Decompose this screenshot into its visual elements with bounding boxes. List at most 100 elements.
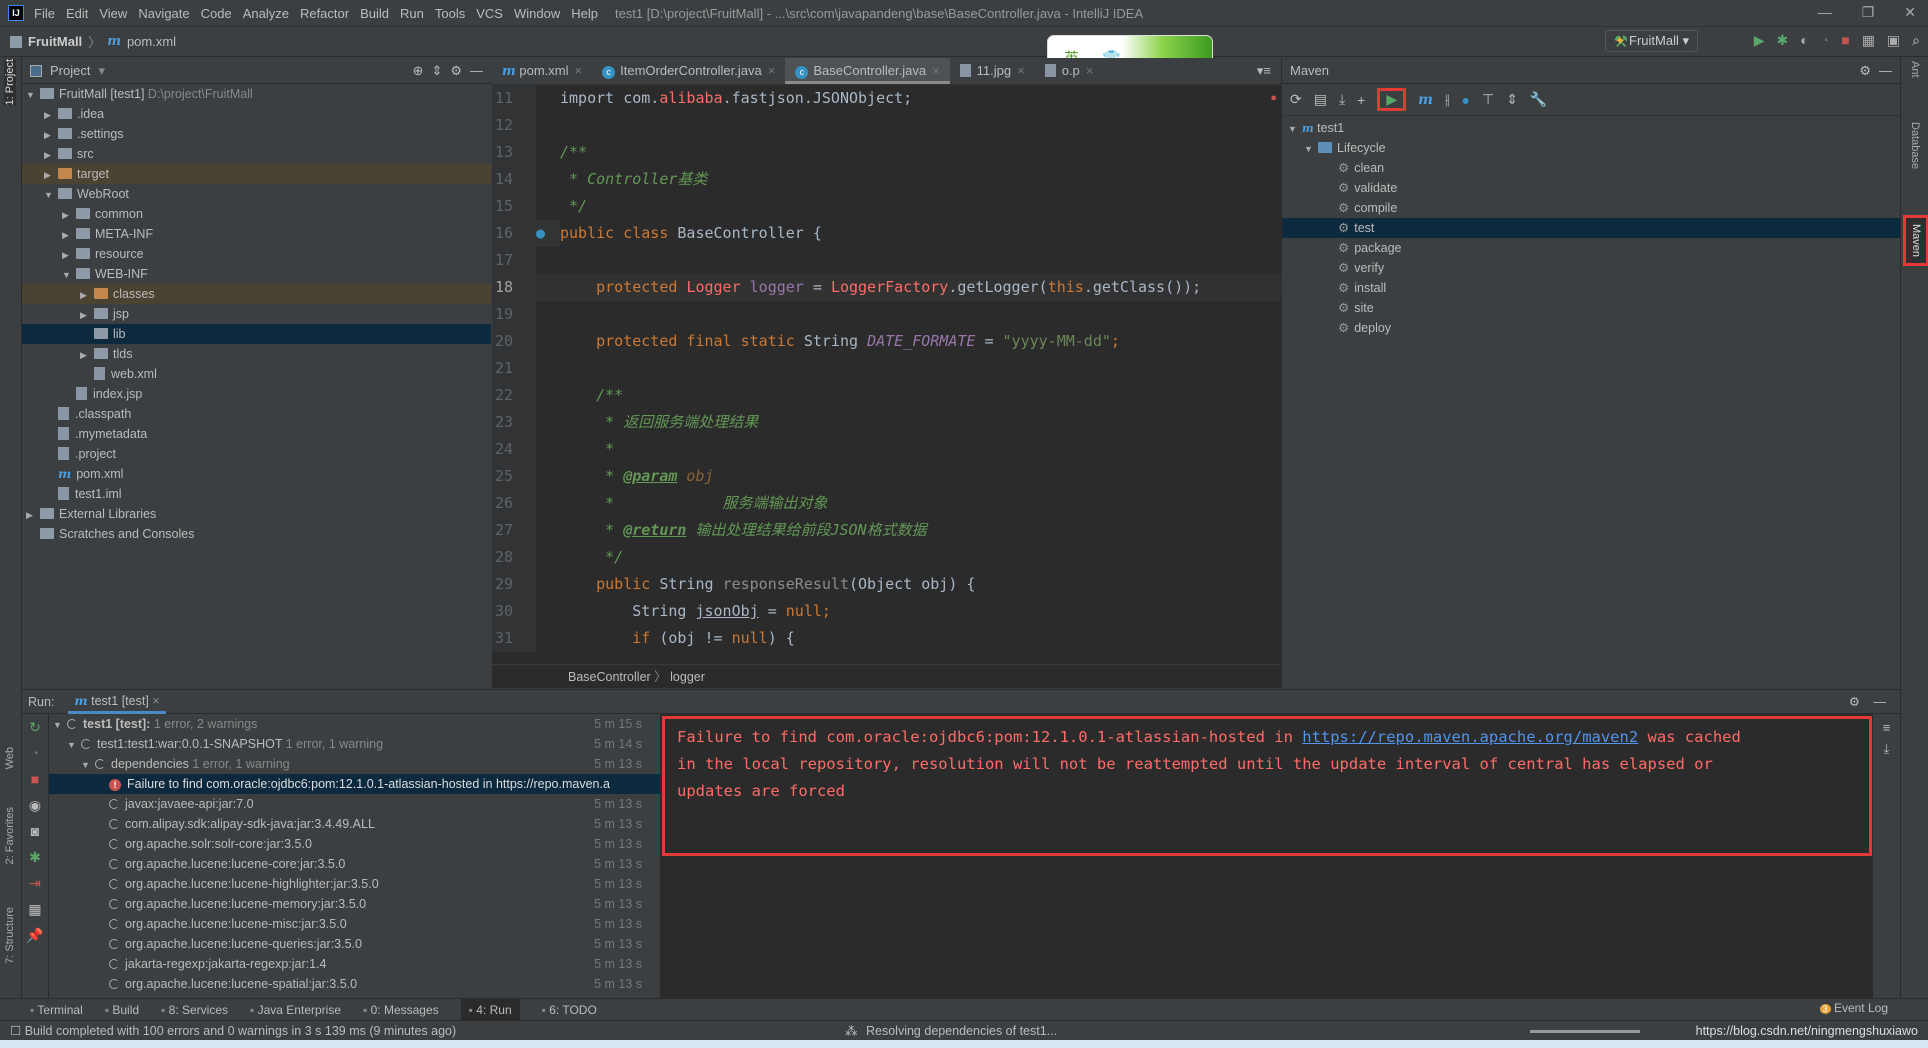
menu-run[interactable]: Run xyxy=(400,6,424,21)
run-output[interactable]: Failure to find com.oracle:ojdbc6:pom:12… xyxy=(660,714,1872,999)
expand-arrow-icon[interactable]: ▼ xyxy=(53,715,67,735)
generate-sources-icon[interactable]: ▤ xyxy=(1314,91,1327,108)
project-tree-item[interactable]: index.jsp xyxy=(22,384,491,404)
project-structure-icon[interactable]: ▦ xyxy=(1862,32,1875,49)
expand-arrow-icon[interactable]: ▶ xyxy=(62,225,76,245)
tool-structure[interactable]: 7: Structure xyxy=(4,907,16,964)
run-tree-item[interactable]: org.apache.lucene:lucene-memory:jar:3.5.… xyxy=(49,894,660,914)
breadcrumb-file[interactable]: pom.xml xyxy=(127,34,176,49)
event-log-button[interactable]: 3 Event Log xyxy=(1819,1001,1888,1015)
repo-link[interactable]: https://repo.maven.apache.org/maven2 xyxy=(1302,728,1638,746)
toggle-offline-icon[interactable]: ◔ xyxy=(22,740,48,766)
project-tree-item[interactable]: lib xyxy=(22,324,491,344)
expand-arrow-icon[interactable]: ▶ xyxy=(44,125,58,145)
maven-goal-package[interactable]: ⚙ package xyxy=(1282,238,1900,258)
profile-icon[interactable]: ◔ xyxy=(1821,32,1829,49)
restore-button[interactable]: ❐ xyxy=(1862,4,1875,21)
maven-goal-clean[interactable]: ⚙ clean xyxy=(1282,158,1900,178)
bottom-tab[interactable]: ▪ 8: Services xyxy=(161,1003,228,1017)
tool-ant[interactable]: Ant xyxy=(1909,61,1921,78)
close-tab-icon[interactable]: × xyxy=(932,63,940,78)
expand-arrow-icon[interactable]: ▼ xyxy=(26,85,40,105)
show-view-icon[interactable]: ◉ xyxy=(22,792,48,818)
settings-gear-icon[interactable]: ⚙ xyxy=(450,63,462,79)
search-icon[interactable]: ⌕ xyxy=(1912,32,1920,49)
menu-file[interactable]: File xyxy=(34,6,55,21)
project-tree-item[interactable]: ▶ classes xyxy=(22,284,491,304)
stop-icon[interactable]: ■ xyxy=(22,766,48,792)
toggle-offline-icon[interactable]: ⫲ xyxy=(1445,91,1450,108)
project-tree-item[interactable]: Scratches and Consoles xyxy=(22,524,491,544)
expand-arrow-icon[interactable]: ▶ xyxy=(62,205,76,225)
reimport-icon[interactable]: ⟳ xyxy=(1290,91,1302,108)
run-tree-item[interactable]: ▼ dependencies 1 error, 1 warning 5 m 13 s xyxy=(49,754,660,774)
menu-help[interactable]: Help xyxy=(571,6,598,21)
coverage-icon[interactable]: ◐ xyxy=(1800,32,1808,49)
execute-goal-icon[interactable]: m xyxy=(1418,92,1433,108)
settings-gear-icon[interactable]: ⚙ xyxy=(1859,63,1871,79)
status-toggle-icon[interactable]: ☐ xyxy=(10,1024,21,1038)
bottom-tab[interactable]: ▪ 0: Messages xyxy=(363,1003,439,1017)
import-icon[interactable]: ⇥ xyxy=(22,870,48,896)
hide-panel-icon[interactable]: — xyxy=(1874,695,1887,709)
expand-arrow-icon[interactable]: ▶ xyxy=(44,145,58,165)
project-tree-item[interactable]: ▶ src xyxy=(22,144,491,164)
expand-arrow-icon[interactable]: ▼ xyxy=(44,185,58,205)
project-tree-item[interactable]: ▶ .idea xyxy=(22,104,491,124)
project-tree-item[interactable]: ▶ jsp xyxy=(22,304,491,324)
menu-tools[interactable]: Tools xyxy=(435,6,465,21)
run-maven-build-icon[interactable]: ▶ xyxy=(1377,88,1407,111)
run-tree-item[interactable]: javax:javaee-api:jar:7.0 5 m 13 s xyxy=(49,794,660,814)
editor-tab[interactable]: c ItemOrderController.java × xyxy=(592,58,785,84)
menu-refactor[interactable]: Refactor xyxy=(300,6,349,21)
run-tree-item[interactable]: org.apache.lucene:lucene-misc:jar:3.5.0 … xyxy=(49,914,660,934)
run-tree-item[interactable]: ▼ test1 [test]: 1 error, 2 warnings 5 m 15… xyxy=(49,714,660,734)
project-tree-item[interactable]: m pom.xml xyxy=(22,464,491,484)
project-tree-item[interactable]: ▼ WEB-INF xyxy=(22,264,491,284)
soft-wrap-icon[interactable]: ≡ xyxy=(1873,720,1900,735)
maven-settings-wrench-icon[interactable]: 🔧 xyxy=(1530,91,1547,108)
error-indicator-icon[interactable]: ● xyxy=(1270,92,1277,104)
menu-vcs[interactable]: VCS xyxy=(476,6,503,21)
close-tab-icon[interactable]: × xyxy=(1086,63,1094,78)
bottom-tab[interactable]: ▪ Java Enterprise xyxy=(250,1003,341,1017)
run-icon[interactable]: ▶ xyxy=(1754,32,1765,49)
expand-arrow-icon[interactable]: ▶ xyxy=(80,305,94,325)
project-tree-item[interactable]: ▶ .settings xyxy=(22,124,491,144)
maven-root[interactable]: ▼ m test1 xyxy=(1282,118,1900,138)
pin-icon[interactable]: 📌 xyxy=(22,922,48,948)
tab-list-icon[interactable]: ▾≡ xyxy=(1247,58,1281,84)
minimize-button[interactable]: — xyxy=(1818,4,1832,21)
project-tree-item[interactable]: ▶ common xyxy=(22,204,491,224)
menu-code[interactable]: Code xyxy=(201,6,232,21)
menu-navigate[interactable]: Navigate xyxy=(138,6,189,21)
project-tree-item[interactable]: .project xyxy=(22,444,491,464)
scroll-to-end-icon[interactable]: ⤓ xyxy=(1873,741,1900,757)
bottom-tab[interactable]: ▪ 6: TODO xyxy=(542,1003,597,1017)
expand-arrow-icon[interactable]: ▼ xyxy=(62,265,76,285)
menu-window[interactable]: Window xyxy=(514,6,560,21)
project-tree-item[interactable]: .mymetadata xyxy=(22,424,491,444)
collapse-all-icon[interactable]: ⇕ xyxy=(431,63,442,79)
maven-goal-compile[interactable]: ⚙ compile xyxy=(1282,198,1900,218)
menu-edit[interactable]: Edit xyxy=(66,6,88,21)
editor-tab[interactable]: m pom.xml × xyxy=(492,58,592,84)
stop-icon[interactable]: ■ xyxy=(1841,32,1849,49)
maven-goal-install[interactable]: ⚙ install xyxy=(1282,278,1900,298)
expand-arrow-icon[interactable]: ▶ xyxy=(80,285,94,305)
collapse-all-icon[interactable]: ⇕ xyxy=(1506,91,1518,108)
breadcrumb-field[interactable]: logger xyxy=(670,670,705,684)
expand-arrow-icon[interactable]: ▼ xyxy=(67,735,81,755)
editor-tab[interactable]: o.p × xyxy=(1035,58,1104,84)
rerun-icon[interactable]: ↻ xyxy=(22,714,48,740)
expand-arrow-icon[interactable]: ▶ xyxy=(62,245,76,265)
download-icon[interactable]: ⤓ xyxy=(1339,91,1345,108)
menu-analyze[interactable]: Analyze xyxy=(243,6,289,21)
project-tree-item[interactable]: ▶ target xyxy=(22,164,491,184)
project-tree-item[interactable]: ▶ META-INF xyxy=(22,224,491,244)
project-tree-item[interactable]: ▼ WebRoot xyxy=(22,184,491,204)
project-view-select[interactable]: Project xyxy=(50,63,90,78)
run-tree-item[interactable]: org.apache.solr:solr-core:jar:3.5.0 5 m … xyxy=(49,834,660,854)
run-tree-item[interactable]: ! Failure to find com.oracle:ojdbc6:pom:1… xyxy=(49,774,660,794)
run-tree-item[interactable]: org.apache.lucene:lucene-spatial:jar:3.5… xyxy=(49,974,660,994)
